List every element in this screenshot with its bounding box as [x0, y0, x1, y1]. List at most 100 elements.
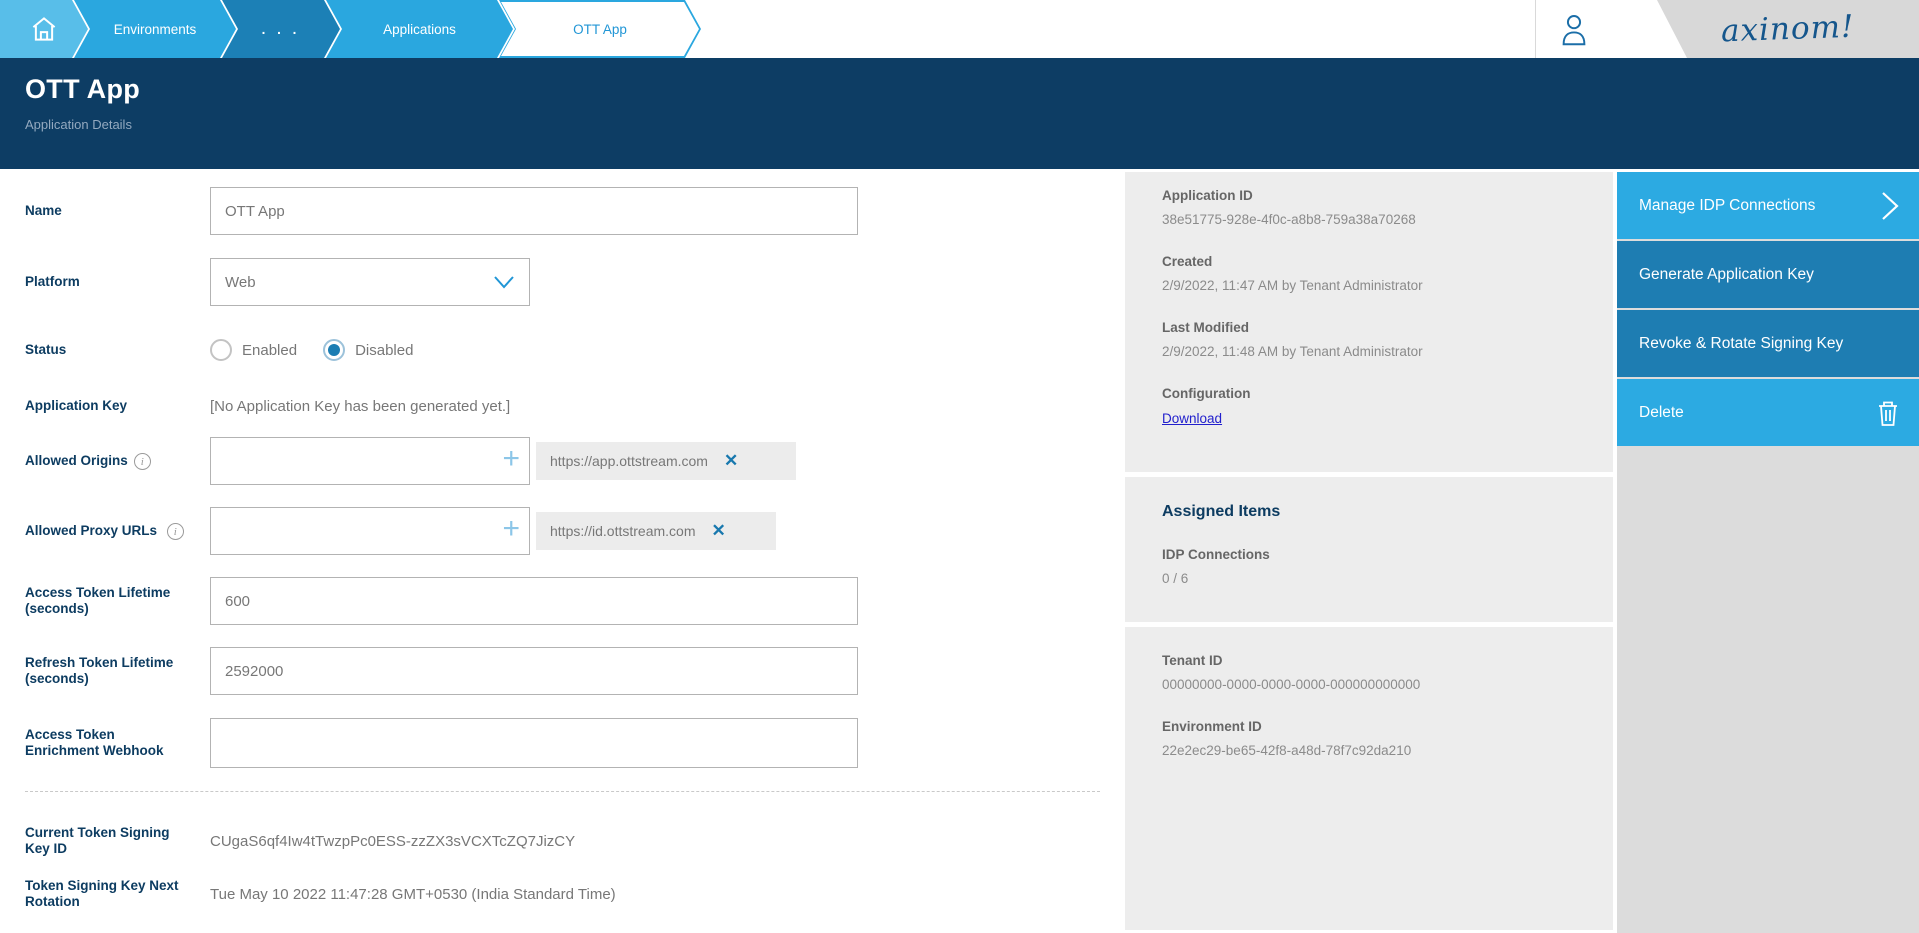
ids-section: Tenant ID 00000000-0000-0000-0000-000000… [1125, 627, 1613, 930]
created-value: 2/9/2022, 11:47 AM by Tenant Administrat… [1162, 278, 1593, 293]
assigned-items-section: Assigned Items IDP Connections 0 / 6 [1125, 477, 1613, 622]
remove-proxy-url-icon[interactable]: ✕ [712, 521, 726, 541]
allowed-origin-chip-text: https://app.ottstream.com [550, 453, 708, 469]
chevron-down-icon [493, 275, 515, 290]
user-menu-button[interactable] [1544, 0, 1604, 58]
webhook-label: Access Token Enrichment Webhook [25, 718, 185, 768]
name-input[interactable] [210, 187, 858, 235]
environment-id-label: Environment ID [1162, 719, 1593, 734]
assigned-items-title: Assigned Items [1162, 503, 1593, 521]
application-id-value: 38e51775-928e-4f0c-a8b8-759a38a70268 [1162, 212, 1593, 227]
allowed-proxy-input[interactable] [210, 507, 530, 555]
signing-key-label: Current Token Signing Key ID [25, 819, 185, 863]
signing-key-value: CUgaS6qf4Iw4tTwzpPc0ESS-zzZX3sVCXTcZQ7Ji… [210, 819, 575, 863]
last-modified-value: 2/9/2022, 11:48 AM by Tenant Administrat… [1162, 344, 1593, 359]
refresh-token-label: Refresh Token Lifetime (seconds) [25, 647, 185, 695]
delete-label: Delete [1639, 404, 1684, 422]
breadcrumb-label: Environments [114, 22, 197, 37]
manage-idp-connections-button[interactable]: Manage IDP Connections [1617, 172, 1919, 239]
access-token-lifetime-input[interactable] [210, 577, 858, 625]
breadcrumb-home[interactable] [0, 0, 88, 58]
rotation-value: Tue May 10 2022 11:47:28 GMT+0530 (India… [210, 872, 616, 916]
tenant-id-value: 00000000-0000-0000-0000-000000000000 [1162, 677, 1593, 692]
generate-application-key-button[interactable]: Generate Application Key [1617, 241, 1919, 308]
axinom-logo-text: axinom! [1721, 9, 1856, 50]
info-icon[interactable]: i [134, 453, 151, 470]
platform-row: Platform Web [25, 258, 1115, 306]
application-key-value: [No Application Key has been generated y… [210, 395, 510, 417]
page-header: OTT App Application Details [0, 58, 1919, 169]
form-divider [25, 791, 1100, 792]
revoke-rotate-signing-key-button[interactable]: Revoke & Rotate Signing Key [1617, 310, 1919, 377]
application-key-label: Application Key [25, 395, 185, 417]
top-bar: Environments . . . Applications OTT App … [0, 0, 1919, 58]
allowed-origins-label-text: Allowed Origins [25, 453, 128, 469]
rotation-row: Token Signing Key Next Rotation Tue May … [25, 872, 1115, 916]
revoke-rotate-signing-key-label: Revoke & Rotate Signing Key [1639, 335, 1843, 353]
allowed-origins-row: Allowed Origins i + https://app.ottstrea… [25, 437, 1115, 485]
download-link[interactable]: Download [1162, 411, 1222, 426]
refresh-token-row: Refresh Token Lifetime (seconds) [25, 647, 1115, 695]
delete-button[interactable]: Delete [1617, 379, 1919, 446]
tenant-id-label: Tenant ID [1162, 653, 1593, 668]
created-label: Created [1162, 254, 1593, 269]
last-modified-label: Last Modified [1162, 320, 1593, 335]
breadcrumb-collapsed[interactable]: . . . [222, 0, 340, 58]
application-details-form: Name Platform Web Status Enabled Disable… [0, 169, 1125, 933]
status-label: Status [25, 336, 185, 364]
metadata-section: Application ID 38e51775-928e-4f0c-a8b8-7… [1125, 172, 1613, 472]
status-radio-disabled[interactable] [323, 339, 345, 361]
allowed-proxy-chip-text: https://id.ottstream.com [550, 523, 696, 539]
generate-application-key-label: Generate Application Key [1639, 266, 1814, 284]
status-row: Status Enabled Disabled [25, 336, 1115, 364]
breadcrumb-current-label: OTT App [573, 22, 627, 37]
status-radio-enabled[interactable] [210, 339, 232, 361]
manage-idp-connections-label: Manage IDP Connections [1639, 197, 1815, 215]
name-row: Name [25, 187, 1115, 235]
access-token-row: Access Token Lifetime (seconds) [25, 577, 1115, 625]
application-key-row: Application Key [No Application Key has … [25, 395, 1115, 417]
environment-id-value: 22e2ec29-be65-42f8-a48d-78f7c92da210 [1162, 743, 1593, 758]
allowed-origins-input[interactable] [210, 437, 530, 485]
signing-key-row: Current Token Signing Key ID CUgaS6qf4Iw… [25, 819, 1115, 863]
breadcrumb-ellipsis: . . . [262, 22, 301, 37]
allowed-origin-chip: https://app.ottstream.com ✕ [536, 442, 796, 480]
actions-panel: Manage IDP Connections Generate Applicat… [1617, 172, 1919, 933]
rotation-label: Token Signing Key Next Rotation [25, 872, 185, 916]
topbar-divider [1535, 0, 1536, 58]
access-token-label: Access Token Lifetime (seconds) [25, 577, 185, 625]
allowed-proxy-chip: https://id.ottstream.com ✕ [536, 512, 776, 550]
breadcrumb-environments[interactable]: Environments [74, 0, 236, 58]
name-label: Name [25, 187, 185, 235]
page-title: OTT App [25, 74, 1919, 105]
enrichment-webhook-input[interactable] [210, 718, 858, 768]
info-icon[interactable]: i [167, 523, 184, 540]
allowed-proxy-label: Allowed Proxy URLs i [25, 507, 185, 555]
trash-icon [1875, 398, 1901, 428]
home-icon [29, 14, 59, 44]
allowed-origins-label: Allowed Origins i [25, 437, 185, 485]
allowed-proxy-label-text: Allowed Proxy URLs [25, 523, 157, 538]
breadcrumb-applications[interactable]: Applications [326, 0, 513, 58]
add-proxy-url-button[interactable]: + [502, 514, 520, 544]
platform-label: Platform [25, 258, 185, 306]
breadcrumb-label: Applications [383, 22, 456, 37]
platform-selected-value: Web [225, 274, 256, 291]
platform-select[interactable]: Web [210, 258, 530, 306]
breadcrumb-current: OTT App [499, 0, 701, 58]
idp-connections-label: IDP Connections [1162, 547, 1593, 562]
webhook-row: Access Token Enrichment Webhook [25, 718, 1115, 768]
add-origin-button[interactable]: + [502, 444, 520, 474]
configuration-label: Configuration [1162, 386, 1593, 401]
allowed-proxy-row: Allowed Proxy URLs i + https://id.ottstr… [25, 507, 1115, 555]
status-disabled-label: Disabled [355, 342, 413, 359]
status-enabled-label: Enabled [242, 342, 297, 359]
page-subtitle: Application Details [25, 117, 1919, 132]
user-icon [1557, 11, 1591, 47]
axinom-logo: axinom! [1657, 0, 1919, 58]
idp-connections-count: 0 / 6 [1162, 571, 1593, 586]
application-id-label: Application ID [1162, 188, 1593, 203]
remove-origin-icon[interactable]: ✕ [724, 451, 738, 471]
refresh-token-lifetime-input[interactable] [210, 647, 858, 695]
chevron-right-icon [1879, 190, 1901, 222]
